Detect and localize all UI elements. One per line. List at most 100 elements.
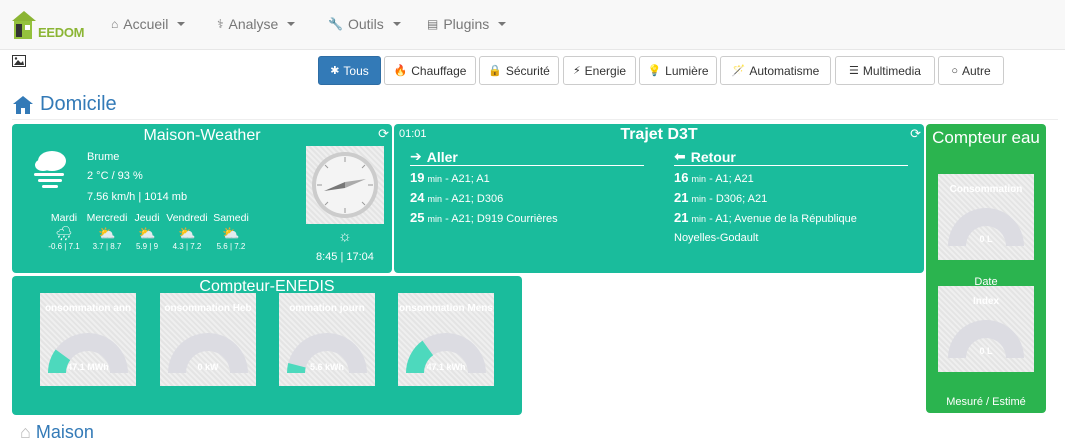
route-unit: min [427,214,443,224]
forecast-day: Vendredi ⛅ 4.3 | 7.2 [162,212,212,251]
compteur-eau-widget: Compteur eau Consommation 0 L Date Index… [926,124,1046,413]
house-icon [13,95,33,114]
enedis-gauge: onsommation Heb 0 kW [160,293,256,386]
filter-multimedia-label: Multimedia [862,63,921,78]
circle-icon: ○ [951,64,958,77]
nav-accueil[interactable]: ⌂ Accueil [111,16,186,32]
nav-analyse-label: Analyse [228,16,279,32]
object-title-label: Domicile [40,93,117,115]
route-path: - A21; A1 [445,173,490,185]
aller-route: 19 min - A21; A1 [410,170,490,185]
filter-lumiere-button[interactable]: 💡 Lumière [639,56,717,85]
cloud-rain-icon: 🌧 [55,225,73,241]
arrow-left-icon: ⬅ [674,148,686,164]
gauge-title: onsommation Mens [399,303,493,314]
route-path: - D306; A21 [709,193,768,205]
retour-divider [674,165,908,166]
filter-chauffage-button[interactable]: 🔥 Chauffage [384,56,476,85]
route-minutes: 24 [410,190,425,205]
next-object-label: Maison [35,422,94,442]
forecast-day: Samedi ⛅ 5.6 | 7.2 [208,212,254,251]
weather-condition: Brume [87,151,120,163]
nav-plugins[interactable]: ▤ Plugins [427,16,507,32]
route-unit: min [427,174,443,184]
forecast-day-name: Samedi [213,212,249,224]
route-unit: min [427,194,443,204]
chevron-down-icon [498,22,507,26]
gauge-value: 0 kW [197,362,219,372]
route-path: - A21; D306 [445,193,504,205]
wind-compass [306,146,384,224]
nav-outils[interactable]: 🔧 Outils [328,16,401,32]
lock-icon: 🔒 [488,65,502,77]
fog-cloud-icon [34,151,66,188]
title-divider [12,119,1058,120]
house-icon: ⌂ [20,422,31,442]
nav-plugins-label: Plugins [443,16,490,32]
retour-route: 16 min - A1; A21 [674,170,754,185]
filter-energie-button[interactable]: ⚡ Energie [563,56,636,85]
eau-gauge: Consommation 0 L [938,174,1034,260]
route-minutes: 25 [410,210,425,225]
nav-analyse[interactable]: ⚕ Analyse [217,16,296,32]
magic-icon: 🪄 [731,65,746,77]
filter-autre-button[interactable]: ○ Autre [938,56,1004,85]
sun-times: 8:45 | 17:04 [316,251,374,263]
filter-tous-button[interactable]: ✱ Tous [318,56,381,85]
nav-outils-label: Outils [347,16,384,32]
enedis-gauge: ommation journ 5.6 kWh [279,293,375,386]
house-logo-icon [12,11,36,39]
gauge-title: ommation journ [289,303,365,314]
route-minutes: 19 [410,170,425,185]
weather-widget: Maison-Weather ⟳ Brume 2 °C / 93 % 7.56 … [12,124,392,273]
sun-cloud-icon: ⛅ [222,225,240,241]
filter-automatisme-button[interactable]: 🪄 Automatisme [720,56,831,85]
filter-multimedia-button[interactable]: ☰ Multimedia [835,56,935,85]
route-unit: min [691,214,707,224]
retour-route: 21 min - D306; A21 [674,190,767,205]
route-minutes: 16 [674,170,689,185]
route-unit: min [691,194,707,204]
object-title[interactable]: Domicile [12,93,117,116]
gauge-value: 47.1 kWh [426,362,466,372]
route-unit: min [691,174,707,184]
forecast-range: 5.6 | 7.2 [216,242,246,251]
arrow-right-icon: ➔ [410,148,422,164]
eau-gauge: Index 0 L [938,286,1034,372]
aller-divider [410,165,644,166]
refresh-icon[interactable]: ⟳ [910,126,921,142]
aller-header: ➔ Aller [410,148,458,165]
picture-icon[interactable] [12,55,26,67]
refresh-icon[interactable]: ⟳ [378,126,389,142]
weather-temp-humidity: 2 °C / 93 % [87,170,143,182]
filter-tous-label: Tous [343,63,369,78]
route-minutes: 21 [674,210,689,225]
stethoscope-icon: ⚕ [217,17,224,31]
home-icon: ⌂ [111,17,119,31]
retour-route-extra: Noyelles-Godault [674,232,759,244]
gauge-title: Consommation [949,184,1023,195]
weather-wind-pressure: 7.56 km/h | 1014 mb [87,191,188,203]
route-path: - A21; D919 Courrières [445,213,558,225]
weather-title: Maison-Weather [143,127,261,144]
gauge-value: 47.1 MWh [67,362,109,372]
next-object-title[interactable]: ⌂ Maison [20,422,94,443]
route-path: - A1; A21 [709,173,754,185]
gauge-title: Index [972,296,1000,307]
bolt-icon: ⚡ [572,65,581,77]
fire-icon: 🔥 [393,65,408,77]
jeedom-logo[interactable]: EEDOM [10,9,84,41]
filter-securite-button[interactable]: 🔒 Sécurité [479,56,559,85]
trajet-widget: 01:01 Trajet D3T ⟳ ➔ Aller 19 min - A21;… [394,124,924,273]
nav-accueil-label: Accueil [123,16,169,32]
trajet-title: Trajet D3T [620,126,698,143]
forecast-day-name: Vendredi [166,212,208,224]
filter-lumiere-label: Lumière [665,63,709,78]
enedis-gauge: onsommation ann 47.1 MWh [40,293,136,386]
chevron-down-icon [392,22,401,26]
retour-route: 21 min - A1; Avenue de la République [674,210,857,225]
eau-footer: Mesuré / Estimé [946,396,1026,408]
retour-label: Retour [690,148,736,165]
gauge-value: 0 L [979,346,993,356]
filter-automatisme-label: Automatisme [749,63,820,78]
